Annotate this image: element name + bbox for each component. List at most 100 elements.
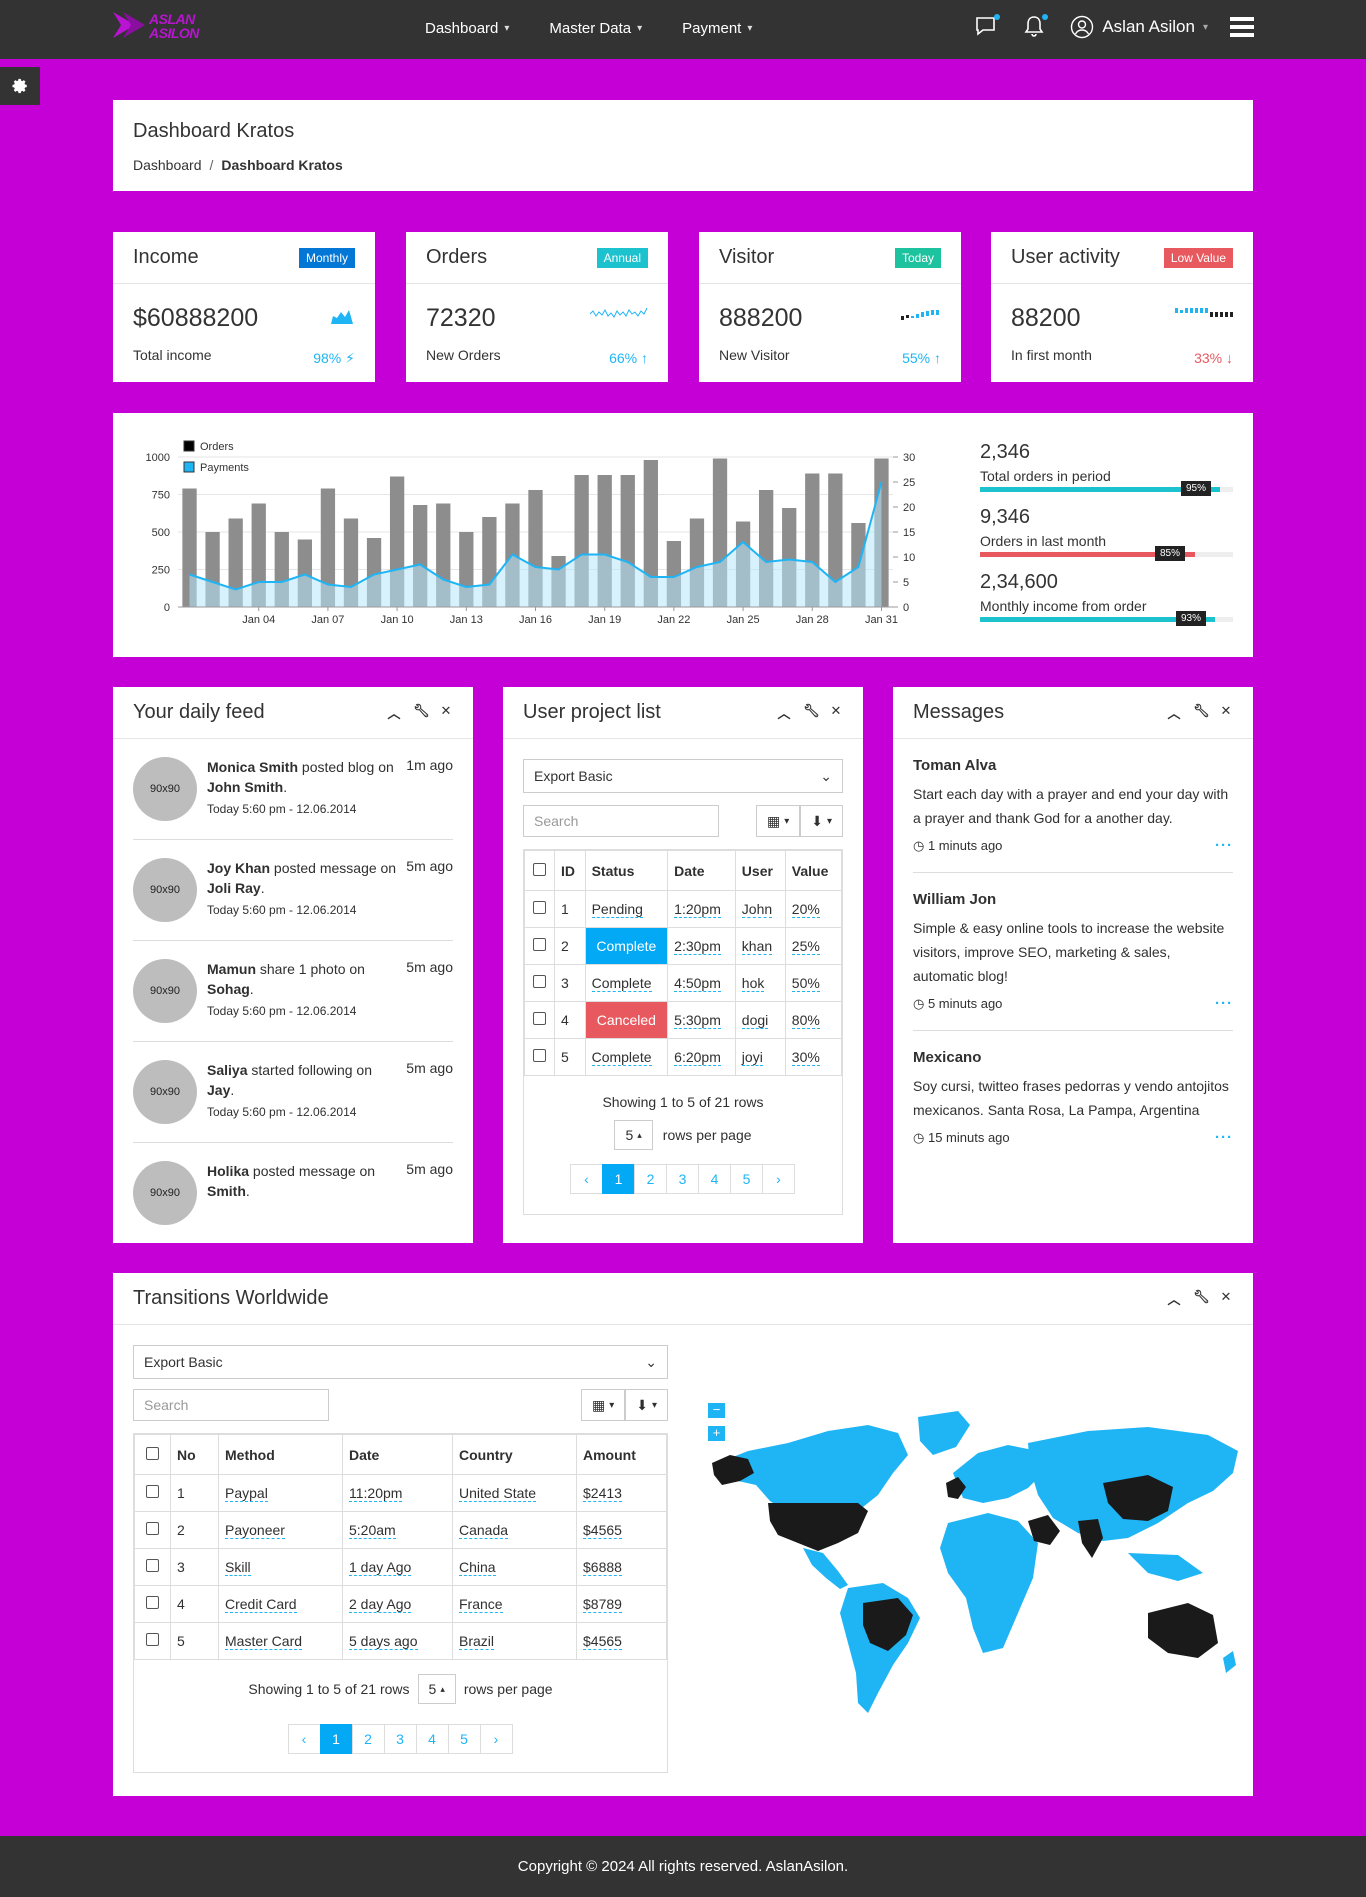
row-checkbox[interactable] bbox=[134, 1511, 171, 1549]
user-menu[interactable]: Aslan Asilon ▾ bbox=[1070, 15, 1208, 39]
col-header[interactable]: No bbox=[170, 1434, 219, 1475]
col-header[interactable]: User bbox=[734, 850, 786, 891]
cell-method[interactable]: Payoneer bbox=[218, 1511, 343, 1549]
close-icon[interactable]: ✕ bbox=[1219, 703, 1233, 722]
message-sender[interactable]: Mexicano bbox=[913, 1049, 1233, 1066]
cell-amount[interactable]: $6888 bbox=[576, 1548, 667, 1586]
cell-date[interactable]: 11:20pm bbox=[342, 1474, 453, 1512]
nav-dashboard[interactable]: Dashboard ▾ bbox=[425, 20, 509, 37]
cell-user[interactable]: hok bbox=[734, 964, 786, 1002]
cell-amount[interactable]: $4565 bbox=[576, 1511, 667, 1549]
select-all-checkbox[interactable] bbox=[524, 850, 555, 891]
page-4[interactable]: 4 bbox=[415, 1724, 449, 1754]
columns-button[interactable]: ▦ ▾ bbox=[580, 1389, 626, 1421]
collapse-icon[interactable]: ︿ bbox=[387, 703, 401, 722]
feed-actor[interactable]: Saliya bbox=[207, 1062, 247, 1078]
cell-date[interactable]: 5:30pm bbox=[667, 1001, 736, 1039]
row-checkbox[interactable] bbox=[524, 890, 555, 928]
cell-country[interactable]: Canada bbox=[452, 1511, 577, 1549]
settings-gear-icon[interactable] bbox=[0, 67, 40, 105]
logo[interactable]: ASLAN ASILON bbox=[113, 10, 213, 42]
wrench-icon[interactable]: 🔧︎ bbox=[803, 703, 820, 722]
row-checkbox[interactable] bbox=[134, 1622, 171, 1660]
cell-user[interactable]: dogi bbox=[734, 1001, 786, 1039]
cell-amount[interactable]: $2413 bbox=[576, 1474, 667, 1512]
cell-value[interactable]: 50% bbox=[784, 964, 843, 1002]
feed-actor[interactable]: Holika bbox=[207, 1163, 249, 1179]
cell-method[interactable]: Master Card bbox=[218, 1622, 343, 1660]
feed-target[interactable]: Smith bbox=[207, 1183, 246, 1199]
collapse-icon[interactable]: ︿ bbox=[1167, 1289, 1181, 1308]
close-icon[interactable]: ✕ bbox=[829, 703, 843, 722]
more-icon[interactable]: ··· bbox=[1215, 837, 1233, 854]
col-header[interactable]: Status bbox=[584, 850, 669, 891]
row-checkbox[interactable] bbox=[524, 1038, 555, 1076]
world-map[interactable]: − + bbox=[708, 1403, 1248, 1743]
cell-date[interactable]: 5 days ago bbox=[342, 1622, 453, 1660]
cell-country[interactable]: China bbox=[452, 1548, 577, 1586]
cell-value[interactable]: 80% bbox=[784, 1001, 843, 1039]
col-header[interactable]: ID bbox=[554, 850, 586, 891]
row-checkbox[interactable] bbox=[134, 1548, 171, 1586]
message-sender[interactable]: Toman Alva bbox=[913, 757, 1233, 774]
collapse-icon[interactable]: ︿ bbox=[1167, 703, 1181, 722]
cell-date[interactable]: 2 day Ago bbox=[342, 1585, 453, 1623]
row-checkbox[interactable] bbox=[524, 1001, 555, 1039]
col-header[interactable]: Value bbox=[784, 850, 843, 891]
cell-user[interactable]: khan bbox=[734, 927, 786, 965]
cell-value[interactable]: 25% bbox=[784, 927, 843, 965]
export-button[interactable]: ⬇︎ ▾ bbox=[625, 1389, 668, 1421]
col-header[interactable]: Method bbox=[218, 1434, 343, 1475]
page-5[interactable]: 5 bbox=[730, 1164, 763, 1194]
cell-status[interactable]: Complete bbox=[584, 964, 669, 1002]
col-header[interactable]: Amount bbox=[576, 1434, 667, 1475]
page-4[interactable]: 4 bbox=[698, 1164, 731, 1194]
export-button[interactable]: ⬇︎ ▾ bbox=[800, 805, 843, 837]
col-header[interactable]: Date bbox=[342, 1434, 453, 1475]
page-3[interactable]: 3 bbox=[666, 1164, 699, 1194]
cell-date[interactable]: 2:30pm bbox=[667, 927, 736, 965]
wrench-icon[interactable]: 🔧︎ bbox=[413, 703, 430, 722]
cell-date[interactable]: 1 day Ago bbox=[342, 1548, 453, 1586]
cell-date[interactable]: 5:20am bbox=[342, 1511, 453, 1549]
cell-method[interactable]: Paypal bbox=[218, 1474, 343, 1512]
nav-payment[interactable]: Payment ▾ bbox=[682, 20, 752, 37]
page-next[interactable]: › bbox=[479, 1724, 513, 1754]
nav-master-data[interactable]: Master Data ▾ bbox=[549, 20, 642, 37]
feed-target[interactable]: Joli Ray bbox=[207, 880, 261, 896]
row-checkbox[interactable] bbox=[524, 964, 555, 1002]
more-icon[interactable]: ··· bbox=[1215, 1129, 1233, 1146]
close-icon[interactable]: ✕ bbox=[439, 703, 453, 722]
feed-actor[interactable]: Mamun bbox=[207, 961, 256, 977]
cell-country[interactable]: Brazil bbox=[452, 1622, 577, 1660]
page-size-select[interactable]: 5 ▴ bbox=[417, 1674, 456, 1704]
cell-status[interactable]: Pending bbox=[584, 890, 669, 928]
page-2[interactable]: 2 bbox=[634, 1164, 667, 1194]
page-1[interactable]: 1 bbox=[602, 1164, 635, 1194]
cell-status[interactable]: Canceled bbox=[584, 1001, 669, 1039]
feed-target[interactable]: John Smith bbox=[207, 779, 283, 795]
cell-value[interactable]: 30% bbox=[784, 1038, 843, 1076]
zoom-out-button[interactable]: − bbox=[708, 1403, 725, 1418]
page-prev[interactable]: ‹ bbox=[287, 1724, 321, 1754]
cell-date[interactable]: 4:50pm bbox=[667, 964, 736, 1002]
col-header[interactable]: Date bbox=[667, 850, 736, 891]
feed-target[interactable]: Sohag bbox=[207, 981, 250, 997]
cell-date[interactable]: 1:20pm bbox=[667, 890, 736, 928]
cell-amount[interactable]: $4565 bbox=[576, 1622, 667, 1660]
wrench-icon[interactable]: 🔧︎ bbox=[1193, 1289, 1210, 1308]
zoom-in-button[interactable]: + bbox=[708, 1426, 725, 1441]
cell-status[interactable]: Complete bbox=[584, 927, 669, 965]
row-checkbox[interactable] bbox=[134, 1585, 171, 1623]
row-checkbox[interactable] bbox=[134, 1474, 171, 1512]
cell-user[interactable]: John bbox=[734, 890, 786, 928]
page-next[interactable]: › bbox=[762, 1164, 795, 1194]
row-checkbox[interactable] bbox=[524, 927, 555, 965]
columns-button[interactable]: ▦ ▾ bbox=[755, 805, 801, 837]
page-3[interactable]: 3 bbox=[383, 1724, 417, 1754]
menu-toggle-icon[interactable] bbox=[1230, 17, 1254, 37]
feed-actor[interactable]: Joy Khan bbox=[207, 860, 270, 876]
page-2[interactable]: 2 bbox=[351, 1724, 385, 1754]
cell-country[interactable]: France bbox=[452, 1585, 577, 1623]
close-icon[interactable]: ✕ bbox=[1219, 1289, 1233, 1308]
